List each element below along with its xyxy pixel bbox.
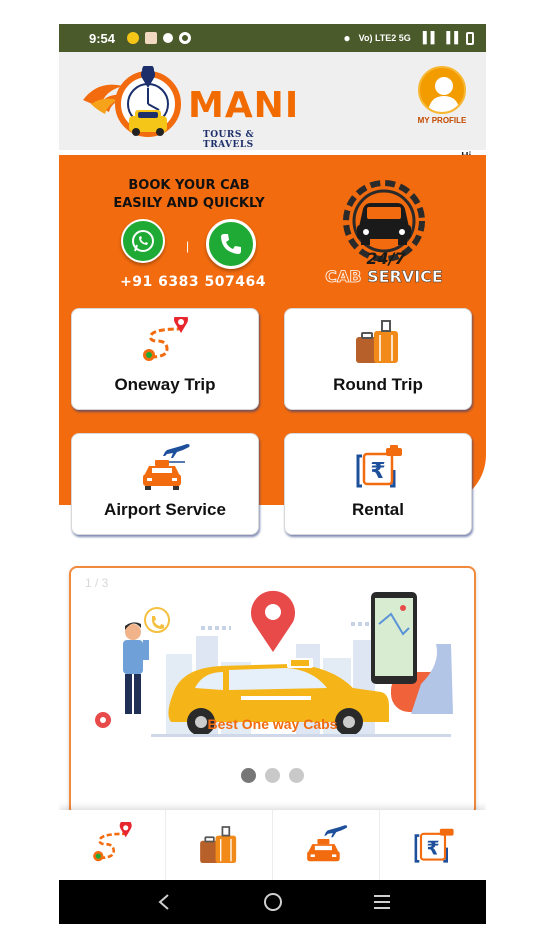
app-screen: 9:54 ● Vo) LTE2 5G ▐▐ ▐▐ MANI TOURS & TR… (59, 24, 486, 924)
svg-text:₹: ₹ (426, 838, 439, 859)
menu-lines-icon (373, 895, 390, 909)
luggage-icon (200, 826, 237, 863)
tab-rental[interactable]: ₹ (380, 810, 486, 880)
route-pin-icon (93, 822, 132, 862)
network-type: Vo) LTE2 5G (358, 33, 411, 43)
home-button[interactable] (253, 882, 293, 922)
record-icon (179, 32, 192, 44)
carousel-dot-2[interactable] (265, 768, 280, 783)
carousel-dot-3[interactable] (289, 768, 304, 783)
bottom-tab-bar: ₹ (59, 810, 486, 880)
badge-cab-word: CAB (325, 267, 362, 287)
brand-logo: MANI TOURS & TRAVELS (73, 64, 298, 150)
hero-title-line1: BOOK YOUR CAB (128, 178, 250, 193)
recents-button[interactable] (362, 882, 402, 922)
logo-name: MANI (188, 85, 300, 126)
route-pin-icon (143, 317, 188, 361)
round-trip-card[interactable]: Round Trip (284, 308, 472, 410)
whatsapp-button[interactable] (121, 219, 165, 263)
signal-icon-2: ▐▐ (442, 32, 458, 44)
whatsapp-icon (132, 230, 154, 252)
promo-carousel[interactable]: 1 / 3 Best One way Cabs (69, 566, 476, 816)
oneway-trip-card[interactable]: Oneway Trip (71, 308, 259, 410)
status-bar: 9:54 ● Vo) LTE2 5G ▐▐ ▐▐ (59, 24, 486, 52)
rental-rupee-icon: ₹ (414, 828, 454, 863)
phone-icon (221, 234, 241, 254)
call-button[interactable] (206, 219, 256, 269)
shield-icon (163, 33, 174, 43)
app-header: MANI TOURS & TRAVELS MY PROFILE Hi, (59, 52, 486, 162)
tab-oneway[interactable] (59, 810, 166, 880)
cab-service-badge: 24/7 CAB SERVICE (321, 171, 447, 287)
back-chevron-icon (157, 894, 169, 910)
tab-airport[interactable] (273, 810, 380, 880)
system-icons: ● Vo) LTE2 5G ▐▐ ▐▐ (343, 31, 474, 45)
hero-title: BOOK YOUR CAB EASILY AND QUICKLY (69, 177, 309, 213)
badge-hours: 24/7 (366, 249, 406, 268)
contact-divider: | (186, 239, 190, 253)
my-profile-button[interactable]: MY PROFILE (412, 66, 472, 125)
location-icon: ● (343, 31, 351, 45)
rental-card[interactable]: ₹ Rental (284, 433, 472, 535)
home-circle-icon (263, 893, 282, 911)
coin-icon (127, 32, 140, 44)
airport-taxi-icon (307, 825, 348, 862)
luggage-icon (356, 320, 398, 363)
carousel-dots (71, 768, 474, 783)
back-button[interactable] (144, 882, 184, 922)
round-trip-label: Round Trip (333, 375, 423, 394)
airport-service-card[interactable]: Airport Service (71, 433, 259, 535)
badge-service-word: SERVICE (367, 267, 443, 287)
my-profile-label: MY PROFILE (417, 116, 467, 125)
badge-service-text: CAB SERVICE (321, 267, 447, 287)
signal-icon: ▐▐ (418, 32, 435, 44)
battery-icon (466, 31, 474, 45)
system-nav-bar (59, 880, 486, 924)
rental-label: Rental (352, 500, 404, 519)
oneway-trip-label: Oneway Trip (114, 375, 216, 394)
car-gear-icon (343, 180, 425, 262)
banner-caption: Best One way Cabs (207, 716, 338, 732)
app-notification-icon (145, 32, 158, 44)
tab-round-trip[interactable] (166, 810, 273, 880)
hero-title-line2: EASILY AND QUICKLY (113, 196, 265, 211)
rental-rupee-icon: ₹ (356, 445, 402, 488)
notification-icons (127, 32, 192, 44)
avatar-icon (418, 66, 466, 114)
svg-text:₹: ₹ (370, 459, 385, 484)
phone-number[interactable]: +91 6383 507464 (93, 274, 293, 290)
airport-service-label: Airport Service (104, 500, 226, 519)
airport-taxi-icon (143, 444, 190, 490)
logo-subtitle: TOURS & TRAVELS (203, 130, 255, 150)
status-time: 9:54 (89, 30, 116, 46)
carousel-dot-1[interactable] (241, 768, 256, 783)
